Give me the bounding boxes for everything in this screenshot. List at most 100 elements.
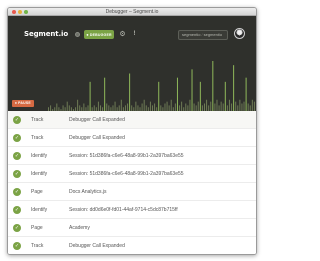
event-type: Identify (31, 153, 48, 159)
activity-bar (129, 73, 131, 111)
activity-bar (235, 101, 237, 111)
debugger-button-label: DEBUGGER (89, 33, 112, 37)
event-type: Page (31, 189, 43, 195)
activity-bar (216, 99, 218, 111)
event-detail: Academy (69, 225, 90, 231)
activity-bar (89, 81, 91, 111)
check-icon: ✓ (13, 170, 21, 178)
activity-bar (228, 99, 230, 111)
activity-bar (231, 103, 233, 111)
check-icon: ✓ (13, 242, 21, 250)
activity-bar (210, 101, 212, 111)
event-row[interactable]: ✓ Identify Session: 51d386fa-c6e6-48a8-99b… (8, 147, 256, 165)
event-detail: Session: dd0d6e0f-fd01-44af-9714-c5dc87b… (69, 207, 178, 213)
activity-bar (212, 61, 214, 111)
activity-bar (97, 101, 99, 111)
event-type: Track (31, 135, 44, 141)
activity-bar (166, 101, 168, 111)
activity-bar (193, 103, 195, 111)
check-icon: ✓ (13, 224, 21, 232)
pause-icon: ⏸ (15, 101, 17, 105)
activity-bar (191, 69, 193, 111)
activity-bar (251, 99, 253, 111)
activity-bar (56, 103, 58, 111)
event-detail: Session: 51d386fa-c6e6-48a8-99b1-2a397ba… (69, 153, 184, 159)
activity-bar (214, 103, 216, 111)
activity-bar (143, 99, 145, 111)
event-row[interactable]: ✓ Page Academy (8, 219, 256, 237)
activity-bar (220, 101, 222, 111)
activity-bar (199, 81, 201, 111)
activity-bar (154, 103, 156, 111)
activity-bar (141, 103, 143, 111)
activity-bar (233, 65, 235, 111)
activity-histogram-svg (48, 61, 255, 111)
activity-bar (224, 81, 226, 111)
activity-bar (189, 99, 191, 111)
activity-bar (245, 77, 247, 111)
activity-bar (181, 101, 183, 111)
check-icon: ✓ (13, 152, 21, 160)
browser-window: Debugger – Segment.io Segment.io ●DEBUGG… (7, 7, 257, 255)
bug-icon: ● (86, 32, 89, 37)
event-detail: Session: 51d386fa-c6e6-48a8-99b1-2a397ba… (69, 171, 184, 177)
activity-bar (66, 101, 68, 111)
check-icon: ✓ (13, 188, 21, 196)
event-type: Track (31, 117, 44, 123)
activity-bar (83, 103, 85, 111)
activity-bar (174, 103, 176, 111)
info-icon[interactable]: ! (130, 30, 139, 39)
avatar[interactable] (234, 28, 245, 39)
activity-bar (149, 101, 151, 111)
event-list: ✓ Track Debugger Call Expanded ✓ Track Debugg… (8, 111, 256, 254)
event-type: Identify (31, 171, 48, 177)
event-row[interactable]: ✓ Page Docs Analytics.js (8, 183, 256, 201)
event-type: Page (31, 225, 43, 231)
activity-bar (239, 99, 241, 111)
activity-bar (247, 103, 249, 111)
event-row[interactable]: ✓ Identify Session: 51d386fa-c6e6-48a8-99b… (8, 165, 256, 183)
selector-separator: / (201, 32, 203, 37)
window-title: Debugger – Segment.io (105, 9, 159, 15)
activity-bar (253, 101, 255, 111)
check-icon: ✓ (13, 206, 21, 214)
event-type: Track (31, 243, 44, 249)
event-type: Identify (31, 207, 48, 213)
event-row[interactable]: ✓ Identify Session: dd0d6e0f-fd01-44af-971… (8, 201, 256, 219)
event-detail: Debugger Call Expanded (69, 135, 125, 141)
project-selector[interactable]: segmentio/segmentio (178, 30, 228, 40)
activity-bar (170, 99, 172, 111)
project-name: segmentio (203, 32, 223, 37)
activity-histogram: ⏸ PAUSE (8, 54, 256, 111)
activity-bar (127, 103, 129, 111)
pause-button[interactable]: ⏸ PAUSE (12, 100, 34, 107)
app-header: Segment.io ●DEBUGGER ⚙ ! segmentio/segme… (8, 16, 256, 111)
activity-bar (197, 101, 199, 111)
activity-bar (241, 103, 243, 111)
event-detail: Debugger Call Expanded (69, 243, 125, 249)
check-icon: ✓ (13, 134, 21, 142)
activity-bar (135, 101, 137, 111)
activity-bar (106, 103, 108, 111)
activity-bar (204, 103, 205, 111)
event-row[interactable]: ✓ Track Debugger Call Expanded (8, 129, 256, 147)
activity-bar (222, 103, 224, 111)
title-bar: Debugger – Segment.io (8, 8, 256, 16)
activity-bar (176, 77, 178, 111)
app-logo[interactable]: Segment.io (24, 30, 68, 38)
activity-bar (114, 101, 116, 111)
debugger-button[interactable]: ●DEBUGGER (84, 30, 114, 39)
event-row[interactable]: ✓ Track Debugger Call Expanded (8, 237, 256, 254)
activity-bar (185, 103, 187, 111)
gear-icon[interactable]: ⚙ (118, 30, 127, 39)
account-name: segmentio (182, 32, 201, 37)
activity-bar (206, 99, 208, 111)
check-icon: ✓ (13, 116, 21, 124)
activity-bar (104, 77, 106, 111)
event-row[interactable]: ✓ Track Debugger Call Expanded (8, 111, 256, 129)
event-detail: Debugger Call Expanded (69, 117, 125, 123)
pause-button-label: PAUSE (18, 101, 31, 105)
activity-bar (164, 103, 166, 111)
activity-bar (243, 101, 245, 111)
event-detail: Docs Analytics.js (69, 189, 107, 195)
